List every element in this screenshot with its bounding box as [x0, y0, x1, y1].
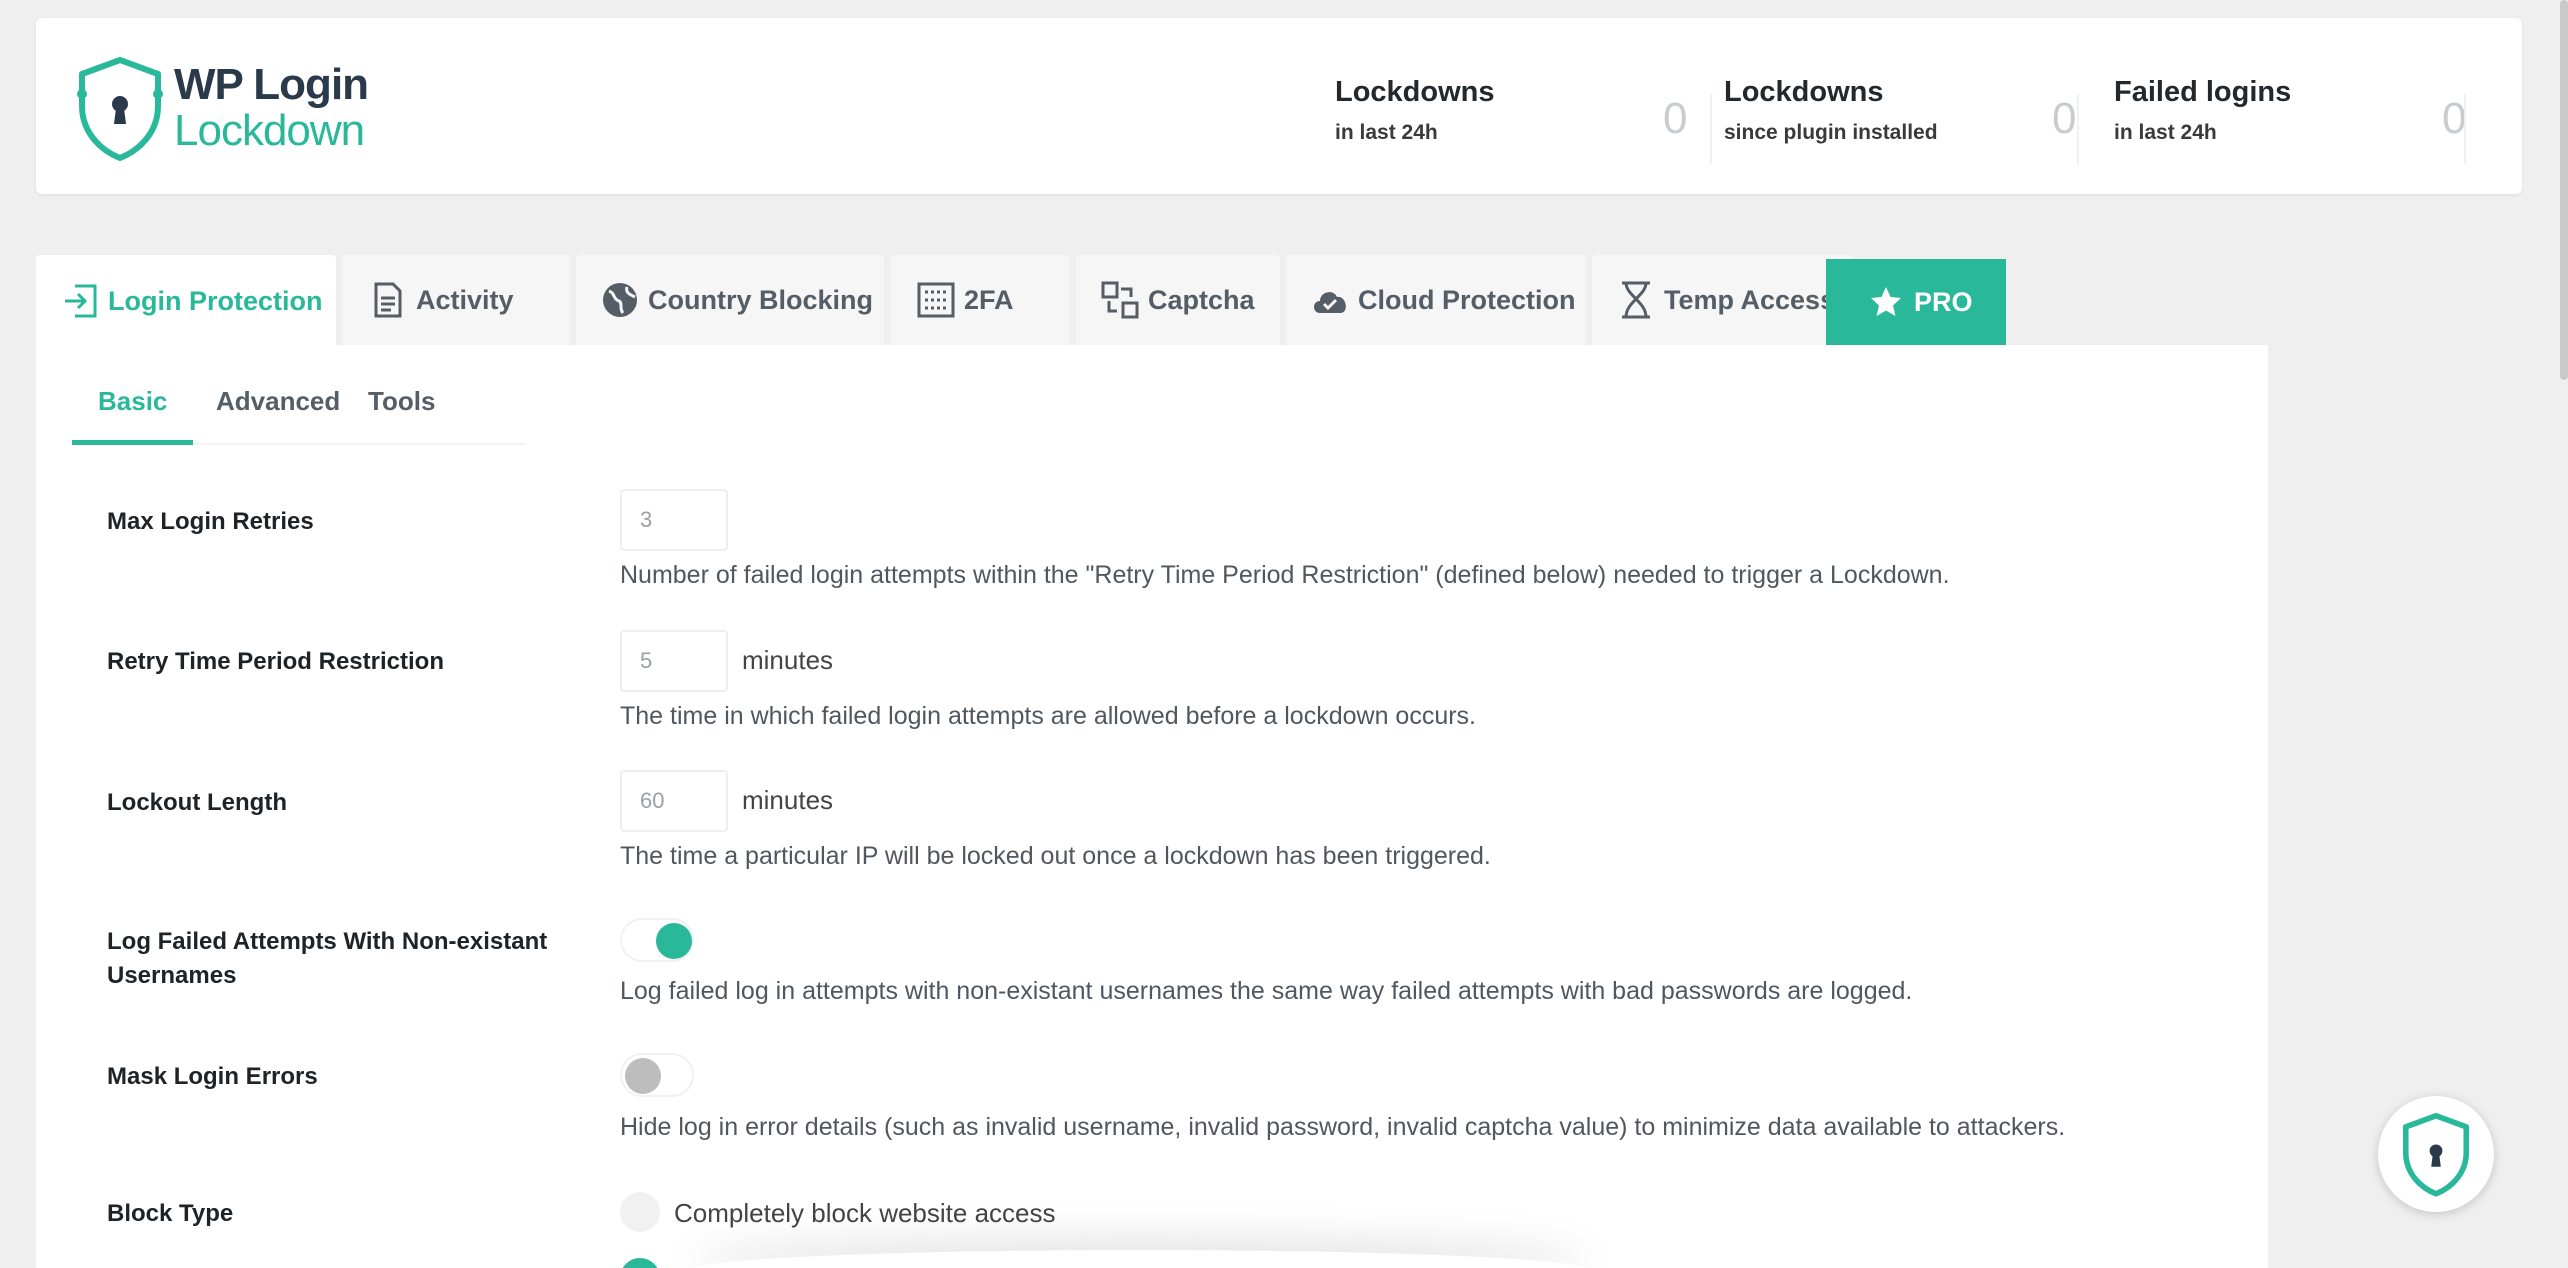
brand-line1: WP Login: [174, 60, 369, 109]
mask-errors-toggle[interactable]: [620, 1053, 694, 1097]
toggle-knob: [625, 1058, 661, 1094]
tab-captcha[interactable]: Captcha: [1076, 255, 1280, 345]
header-bar: WP Login Lockdown Lockdowns in last 24h …: [36, 18, 2522, 194]
lockout-length-label: Lockout Length: [107, 789, 287, 816]
globe-icon: [600, 280, 640, 320]
stat-lockdowns-total: Lockdowns since plugin installed 0: [1724, 76, 2084, 166]
subtab-advanced[interactable]: Advanced: [190, 385, 366, 445]
tab-cloud-protection[interactable]: Cloud Protection: [1286, 255, 1586, 345]
stat-subtitle: since plugin installed: [1724, 121, 1938, 144]
stat-divider: [2464, 94, 2466, 164]
stat-title: Lockdowns: [1724, 76, 1884, 108]
log-nonexistent-description: Log failed log in attempts with non-exis…: [620, 977, 1913, 1005]
stat-lockdowns-24h: Lockdowns in last 24h 0: [1335, 76, 1695, 166]
stat-value: 0: [2442, 94, 2467, 143]
stat-divider: [1710, 94, 1712, 164]
brand-logo[interactable]: WP Login Lockdown: [72, 54, 369, 162]
document-icon: [368, 280, 408, 320]
tab-label: Cloud Protection: [1358, 284, 1576, 315]
tab-label: PRO: [1914, 286, 1973, 317]
settings-panel: Basic Advanced Tools Max Login Retries 3…: [36, 345, 2268, 1268]
stat-value: 0: [2052, 94, 2077, 143]
stat-title: Failed logins: [2114, 76, 2292, 108]
tab-login-protection[interactable]: Login Protection: [36, 255, 336, 347]
lockout-length-description: The time a particular IP will be locked …: [620, 842, 1491, 870]
tab-label: Temp Access: [1664, 284, 1836, 315]
shield-icon: [2402, 1112, 2470, 1197]
cloud-icon: [1310, 280, 1350, 320]
lockout-length-input[interactable]: 60: [620, 770, 728, 832]
tab-activity[interactable]: Activity: [342, 255, 570, 345]
max-retries-description: Number of failed login attempts within t…: [620, 561, 1950, 589]
subtabs: Basic Advanced Tools: [72, 385, 526, 445]
tab-temp-access[interactable]: Temp Access: [1592, 255, 1854, 345]
tab-label: 2FA: [964, 284, 1014, 315]
stat-divider: [2077, 94, 2079, 164]
retry-period-label: Retry Time Period Restriction: [107, 648, 444, 675]
toggle-knob: [656, 923, 692, 959]
stat-value: 0: [1663, 94, 1688, 143]
block-type-radio-complete[interactable]: [620, 1192, 660, 1232]
retry-period-unit: minutes: [742, 645, 834, 675]
tab-2fa[interactable]: 2FA: [890, 255, 1070, 345]
tab-pro[interactable]: PRO: [1826, 259, 2006, 345]
help-shield-button[interactable]: [2378, 1096, 2494, 1212]
lockout-length-unit: minutes: [742, 785, 834, 815]
tab-label: Captcha: [1148, 284, 1255, 315]
block-type-option-label: Completely block website access: [674, 1198, 1056, 1228]
retry-period-input[interactable]: 5: [620, 630, 728, 692]
max-retries-input[interactable]: 3: [620, 489, 728, 551]
keypad-icon: [916, 280, 956, 320]
stat-subtitle: in last 24h: [2114, 121, 2217, 144]
hourglass-icon: [1616, 280, 1656, 320]
log-nonexistent-label: Log Failed Attempts With Non-existant Us…: [107, 925, 547, 993]
stat-subtitle: in last 24h: [1335, 121, 1438, 144]
tab-label: Activity: [416, 284, 514, 315]
shield-logo-icon: [77, 57, 163, 161]
page-scrollbar[interactable]: [2560, 0, 2568, 380]
log-nonexistent-toggle[interactable]: [620, 918, 694, 962]
subtab-basic[interactable]: Basic: [72, 385, 194, 445]
log-nonexistent-label-line1: Log Failed Attempts With Non-existant: [107, 928, 548, 955]
block-type-radio-selected[interactable]: [620, 1258, 660, 1268]
stat-title: Lockdowns: [1335, 76, 1495, 108]
block-type-label: Block Type: [107, 1200, 234, 1227]
retry-period-description: The time in which failed login attempts …: [620, 702, 1476, 730]
mask-errors-description: Hide log in error details (such as inval…: [620, 1113, 2066, 1141]
subtab-tools[interactable]: Tools: [342, 385, 461, 445]
brand-line2: Lockdown: [174, 106, 365, 155]
stat-failed-logins: Failed logins in last 24h 0: [2114, 76, 2474, 166]
star-icon: [1866, 282, 1906, 322]
tab-label: Login Protection: [108, 285, 323, 316]
captcha-icon: [1100, 280, 1140, 320]
login-icon: [60, 281, 100, 321]
tab-label: Country Blocking: [648, 284, 874, 315]
mask-errors-label: Mask Login Errors: [107, 1063, 318, 1090]
tab-country-blocking[interactable]: Country Blocking: [576, 255, 884, 345]
max-retries-label: Max Login Retries: [107, 508, 314, 535]
log-nonexistent-label-line2: Usernames: [107, 962, 237, 989]
